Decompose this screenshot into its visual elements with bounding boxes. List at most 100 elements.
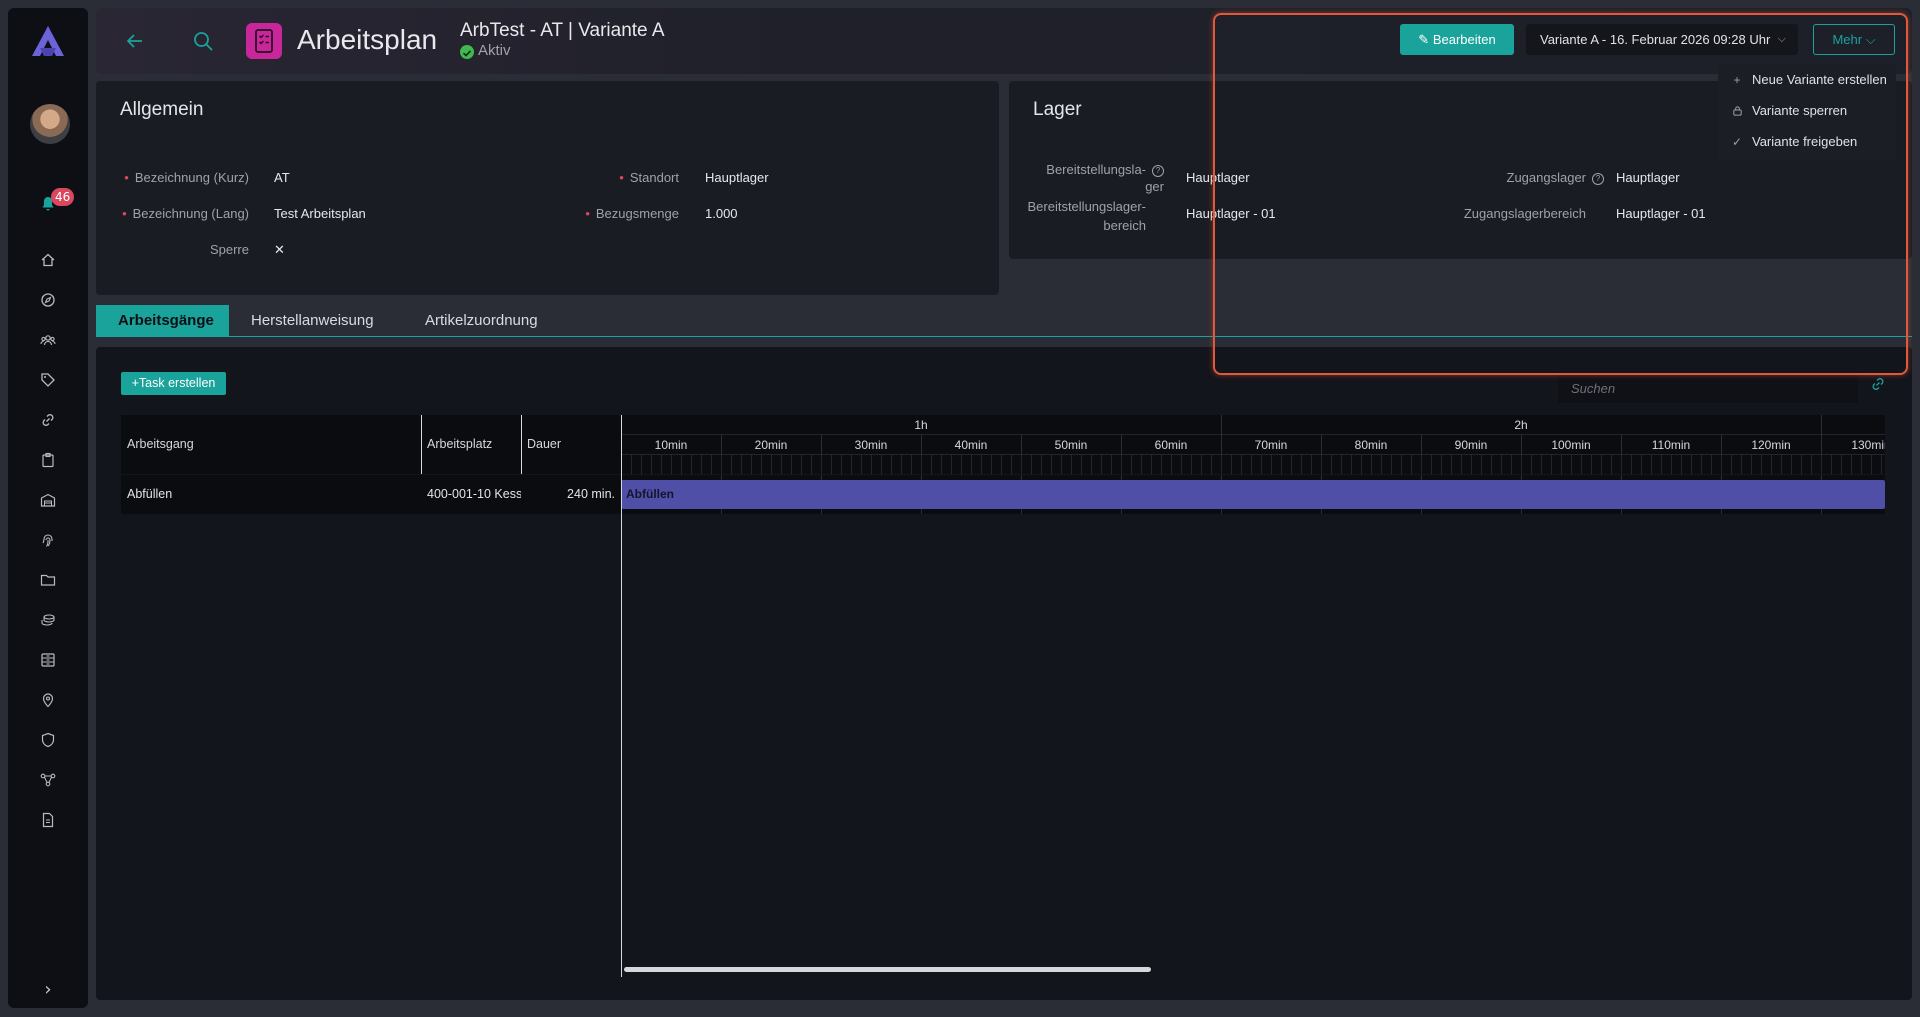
more-button[interactable]: Mehr ⌵	[1813, 24, 1895, 55]
table-row[interactable]: Abfüllen 400-001-10 Kessel 240 min.	[121, 475, 621, 514]
horizontal-scrollbar[interactable]	[624, 967, 1151, 972]
column-header-dauer[interactable]: Dauer	[521, 415, 621, 474]
gantt-grid: Arbeitsgang Arbeitsplatz Dauer Abfüllen …	[121, 415, 621, 515]
sperre-value-x-icon: ✕	[274, 242, 285, 257]
menu-item-release-variant[interactable]: ✓ Variante freigeben	[1730, 132, 1857, 152]
timeline-tick	[1041, 455, 1042, 474]
timeline-row: Abfüllen	[621, 475, 1885, 514]
tag-icon[interactable]	[40, 372, 56, 388]
shield-icon[interactable]	[40, 732, 56, 748]
timeline-tick	[731, 455, 732, 474]
column-header-arbeitsplatz[interactable]: Arbeitsplatz	[421, 415, 521, 474]
tab-artikelzuordnung[interactable]: Artikelzuordnung	[403, 305, 560, 337]
timeline-tick	[1481, 455, 1482, 474]
timeline-tick	[1071, 455, 1072, 474]
timeline-tick	[1391, 455, 1392, 474]
timeline-header: 1h 2h 10min 20min 30min 40min 50min 60min 70min…	[621, 415, 1885, 474]
timeline-tick	[1771, 455, 1772, 474]
page-title: Arbeitsplan	[297, 24, 438, 55]
timeline-tick	[1161, 455, 1162, 474]
timeline-tick	[1871, 455, 1872, 474]
timeline-tick	[1541, 455, 1542, 474]
timeline-tick	[711, 455, 712, 474]
compass-icon[interactable]	[40, 292, 56, 308]
timeline-tick	[1611, 455, 1612, 474]
timeline-tick	[751, 455, 752, 474]
help-icon[interactable]: ?	[1152, 165, 1164, 177]
map-pin-icon[interactable]	[40, 692, 56, 708]
cell-arbeitsplatz: 400-001-10 Kessel	[427, 487, 521, 501]
timeline-tick	[1321, 455, 1322, 474]
tab-herstellanweisung[interactable]: Herstellanweisung	[229, 305, 396, 337]
link-icon[interactable]	[1870, 376, 1886, 392]
archive-icon[interactable]	[40, 652, 56, 668]
folder-icon[interactable]	[40, 572, 56, 588]
search-icon[interactable]	[192, 30, 214, 52]
timeline-tick	[931, 455, 932, 474]
timeline-tick	[741, 455, 742, 474]
timeline-tick	[981, 455, 982, 474]
document-icon[interactable]	[40, 812, 56, 828]
fingerprint-icon[interactable]	[40, 532, 56, 548]
timeline-tick	[1371, 455, 1372, 474]
timeline-tick	[1701, 455, 1702, 474]
warehouse-icon[interactable]	[40, 492, 56, 508]
timeline-tick	[911, 455, 912, 474]
timeline-tick	[891, 455, 892, 474]
task-bar[interactable]: Abfüllen	[621, 480, 1885, 509]
timeline-tick	[1201, 455, 1202, 474]
bezugsmenge-value: 1.000	[705, 206, 738, 221]
home-icon[interactable]	[40, 252, 56, 268]
timeline-tick	[1081, 455, 1082, 474]
column-header-arbeitsgang[interactable]: Arbeitsgang	[121, 415, 421, 474]
timeline-tick	[1221, 455, 1222, 474]
timeline-tick	[771, 455, 772, 474]
bezeichnung-kurz-value: AT	[274, 170, 290, 185]
timeline-hour-divider	[1821, 415, 1822, 435]
menu-item-lock-variant[interactable]: Variante sperren	[1730, 101, 1847, 121]
timeline-tick	[1521, 455, 1522, 474]
bereitstellungslager-value: Hauptlager	[1186, 170, 1250, 185]
timeline-tick	[1421, 455, 1422, 474]
notification-badge: 46	[51, 188, 75, 206]
timeline-tick	[1211, 455, 1212, 474]
timeline-tick	[971, 455, 972, 474]
gantt-search-input[interactable]: Suchen	[1558, 374, 1858, 403]
menu-item-new-variant[interactable]: + Neue Variante erstellen	[1730, 70, 1886, 90]
timeline-tick	[1801, 455, 1802, 474]
timeline-tick	[1091, 455, 1092, 474]
timeline-tick	[1111, 455, 1112, 474]
timeline-tick	[811, 455, 812, 474]
timeline-tick	[1561, 455, 1562, 474]
gantt-timeline[interactable]: 1h 2h 10min 20min 30min 40min 50min 60min 70min…	[621, 415, 1885, 977]
tab-bar: Arbeitsgänge Herstellanweisung Artikelzu…	[96, 305, 1912, 337]
timeline-tick	[1831, 455, 1832, 474]
lock-icon	[1730, 101, 1744, 121]
timeline-tick	[1441, 455, 1442, 474]
sidebar-collapse-chevron-icon[interactable]: ›	[40, 981, 56, 999]
tab-arbeitsgaenge[interactable]: Arbeitsgänge	[96, 305, 229, 337]
zugangslagerbereich-label: Zugangslagerbereich	[1463, 206, 1586, 221]
sidebar: 46 ›	[8, 8, 88, 1008]
timeline-tick	[1411, 455, 1412, 474]
link-icon[interactable]	[40, 412, 56, 428]
coins-icon[interactable]	[40, 612, 56, 628]
clipboard-icon[interactable]	[40, 452, 56, 468]
bereitstellungslagerbereich-label: Bereitstellungslager- bereich	[1027, 199, 1146, 233]
app-logo-icon[interactable]	[28, 22, 68, 62]
create-task-button[interactable]: +Task erstellen	[121, 372, 226, 395]
users-icon[interactable]	[40, 332, 56, 348]
back-arrow-icon[interactable]	[124, 30, 146, 52]
timeline-tick	[1621, 455, 1622, 474]
help-icon[interactable]: ?	[1592, 173, 1604, 185]
edit-button-label: Bearbeiten	[1432, 32, 1496, 47]
timeline-tick	[721, 455, 722, 474]
variant-select-value: Variante A - 16. Februar 2026 09:28 Uhr	[1540, 32, 1771, 47]
edit-button[interactable]: ✎ Bearbeiten	[1400, 24, 1514, 55]
network-icon[interactable]	[40, 772, 56, 788]
timeline-tick	[1681, 455, 1682, 474]
variant-select[interactable]: Variante A - 16. Februar 2026 09:28 Uhr …	[1526, 24, 1798, 55]
timeline-minute-label: 70min	[1254, 438, 1288, 452]
timeline-tick	[1361, 455, 1362, 474]
user-avatar[interactable]	[30, 104, 70, 144]
